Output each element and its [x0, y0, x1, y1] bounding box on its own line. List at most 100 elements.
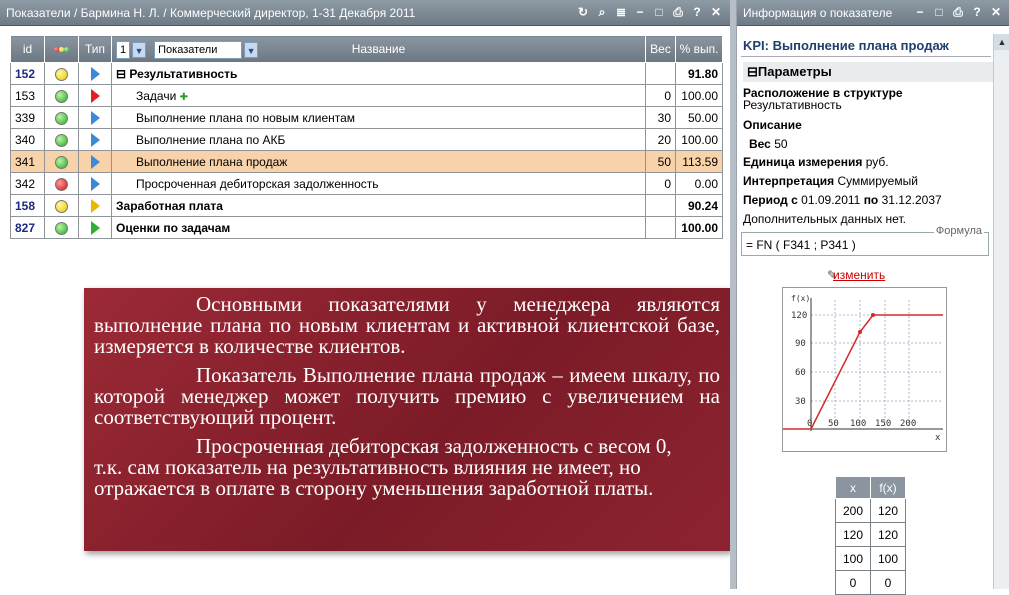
x-tick: 100 — [850, 419, 866, 429]
extra-info: Дополнительных данных нет. — [743, 212, 906, 226]
table-row[interactable]: 158 Заработная плата 90.24 — [10, 194, 723, 217]
type-arrow-icon — [90, 154, 100, 169]
maximize-icon[interactable]: □ — [653, 5, 665, 20]
row-id: 342 — [10, 172, 45, 195]
chevron-down-icon[interactable]: ▼ — [244, 42, 259, 58]
scroll-up-icon[interactable]: ▲ — [994, 34, 1009, 50]
info-window-controls: − □ ⎙? ✕ — [914, 5, 1009, 20]
type-arrow-icon — [90, 198, 100, 213]
weight-cell: 20 — [645, 128, 676, 151]
name-cell[interactable]: Выполнение плана по АКБ — [111, 128, 646, 151]
minimize-icon[interactable]: − — [634, 5, 646, 20]
unit-label: Единица измерения — [743, 155, 863, 169]
scale-row: 200 120 — [835, 498, 906, 523]
edit-formula-link[interactable]: изменить — [833, 268, 885, 282]
graph-y-label: f(x) — [791, 294, 810, 303]
maximize-icon[interactable]: □ — [933, 5, 945, 20]
table-row[interactable]: 827 Оценки по задачам 100.00 — [10, 216, 723, 239]
type-cell — [78, 84, 112, 107]
row-name: Выполнение плана продаж — [136, 154, 288, 169]
scale-row: 00 — [835, 570, 906, 595]
period-to: 31.12.2037 — [881, 193, 942, 207]
status-cell — [44, 150, 79, 173]
interpretation-label: Интерпретация — [743, 174, 835, 188]
status-dot-icon — [55, 111, 68, 125]
level-select[interactable]: 1 — [116, 41, 131, 59]
type-arrow-icon — [90, 220, 100, 235]
col-weight[interactable]: Вес — [645, 35, 676, 63]
weight-label: Вес — [749, 137, 771, 151]
refresh-icon[interactable]: ↻ — [577, 5, 589, 20]
name-cell[interactable]: Выполнение плана продаж — [111, 150, 646, 173]
kpi-title: KPI: Выполнение плана продаж — [743, 38, 949, 53]
col-pct[interactable]: % вып. — [675, 35, 723, 63]
scale-row: 100 100 — [835, 546, 906, 571]
type-arrow-icon — [90, 110, 100, 125]
table-row[interactable]: 339 Выполнение плана по новым клиентам 30 5… — [10, 106, 723, 129]
scale-graph-svg: f(x) x 120 90 60 30 0 50 100 150 200 — [783, 294, 943, 443]
scale-x: 0 — [835, 570, 871, 595]
add-icon[interactable]: ✚ — [180, 92, 188, 103]
col-id[interactable]: id — [10, 35, 45, 63]
pct-cell: 113.59 — [675, 150, 723, 173]
help-icon[interactable]: ? — [691, 5, 703, 20]
row-name: Выполнение плана по АКБ — [136, 132, 286, 147]
close-icon[interactable]: ✕ — [710, 5, 722, 20]
print-icon[interactable]: ⎙ — [672, 5, 684, 20]
col-status[interactable] — [44, 35, 79, 63]
row-id: 827 — [10, 216, 45, 239]
name-cell[interactable]: Выполнение плана по новым клиентам — [111, 106, 646, 129]
description-label: Описание — [743, 118, 802, 132]
y-tick: 120 — [791, 311, 807, 321]
type-arrow-icon — [90, 66, 100, 81]
table-row[interactable]: 153 Задачи ✚ 0 100.00 — [10, 84, 723, 107]
name-cell[interactable]: Заработная плата — [111, 194, 646, 217]
table-row[interactable]: 342 Просроченная дебиторская задолженност… — [10, 172, 723, 195]
scale-fx: 120 — [870, 522, 906, 547]
divider — [741, 56, 991, 57]
scale-fx: 120 — [870, 498, 906, 523]
type-arrow-icon — [90, 88, 100, 103]
status-dot-icon — [55, 199, 68, 213]
status-dot-icon — [55, 177, 68, 191]
status-dot-icon — [55, 133, 68, 147]
name-cell[interactable]: ⊟ Результативность — [111, 62, 646, 85]
minimize-icon[interactable]: − — [914, 5, 926, 20]
row-name: Выполнение плана по новым клиентам — [136, 110, 356, 125]
search-icon[interactable]: ⌕ — [596, 5, 608, 20]
col-type[interactable]: Тип — [78, 35, 112, 63]
period-from-label: с — [791, 193, 798, 207]
table-row[interactable]: 152 ⊟ Результативность 91.80 — [10, 62, 723, 85]
x-tick: 200 — [900, 419, 916, 429]
params-section-toggle[interactable]: ⊟Параметры — [743, 62, 993, 82]
type-cell — [78, 172, 112, 195]
col-name[interactable]: 1 ▼ Показатели ▼ Название — [111, 35, 646, 63]
name-cell[interactable]: Задачи ✚ — [111, 84, 646, 107]
type-cell — [78, 128, 112, 151]
help-icon[interactable]: ? — [971, 5, 983, 20]
row-id: 340 — [10, 128, 45, 151]
list-icon[interactable]: ≣ — [615, 5, 627, 20]
x-tick: 150 — [875, 419, 891, 429]
col-name-label: Название — [351, 42, 406, 56]
info-scrollbar[interactable]: ▲ — [993, 34, 1009, 589]
scale-x: 200 — [835, 498, 871, 523]
name-cell[interactable]: Оценки по задачам — [111, 216, 646, 239]
scale-row: 120 120 — [835, 522, 906, 547]
name-cell[interactable]: Просроченная дебиторская задолженность — [111, 172, 646, 195]
status-cell — [44, 128, 79, 151]
x-tick: 50 — [828, 419, 839, 429]
overlay-paragraph-1: Основными показателями у менеджера являю… — [94, 292, 720, 358]
scale-x: 120 — [835, 522, 871, 547]
row-id: 339 — [10, 106, 45, 129]
status-dot-icon — [55, 155, 68, 169]
table-row[interactable]: 340 Выполнение плана по АКБ 20 100.00 — [10, 128, 723, 151]
table-row[interactable]: 341 Выполнение плана продаж 50 113.59 — [10, 150, 723, 173]
type-arrow-icon — [90, 132, 100, 147]
pct-cell: 50.00 — [675, 106, 723, 129]
chevron-down-icon[interactable]: ▼ — [132, 42, 147, 58]
print-icon[interactable]: ⎙ — [952, 5, 964, 20]
close-icon[interactable]: ✕ — [990, 5, 1002, 20]
view-select[interactable]: Показатели — [154, 41, 243, 59]
weight-value: 50 — [774, 137, 788, 151]
